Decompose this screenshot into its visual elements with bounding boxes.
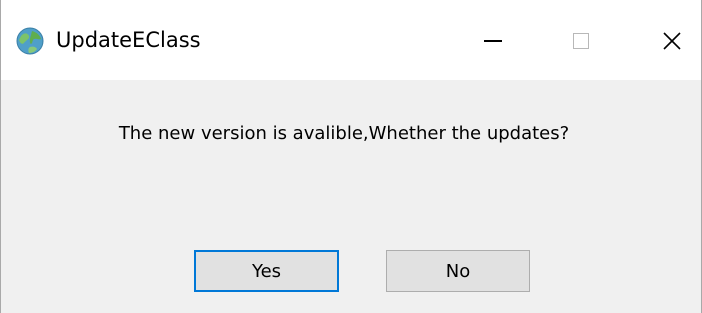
window-title: UpdateEClass	[56, 28, 201, 52]
close-button[interactable]	[644, 18, 700, 64]
update-message: The new version is avalible,Whether the …	[118, 123, 570, 144]
maximize-button[interactable]	[553, 18, 609, 64]
update-dialog-window: UpdateEClass The new version is avalible…	[0, 0, 702, 313]
minimize-icon	[484, 40, 502, 42]
minimize-button[interactable]	[465, 18, 521, 64]
maximize-icon	[573, 33, 589, 49]
globe-icon	[16, 27, 44, 55]
close-icon	[663, 32, 681, 50]
yes-button[interactable]: Yes	[194, 250, 339, 292]
no-button[interactable]: No	[386, 250, 530, 292]
title-bar[interactable]: UpdateEClass	[1, 0, 701, 80]
